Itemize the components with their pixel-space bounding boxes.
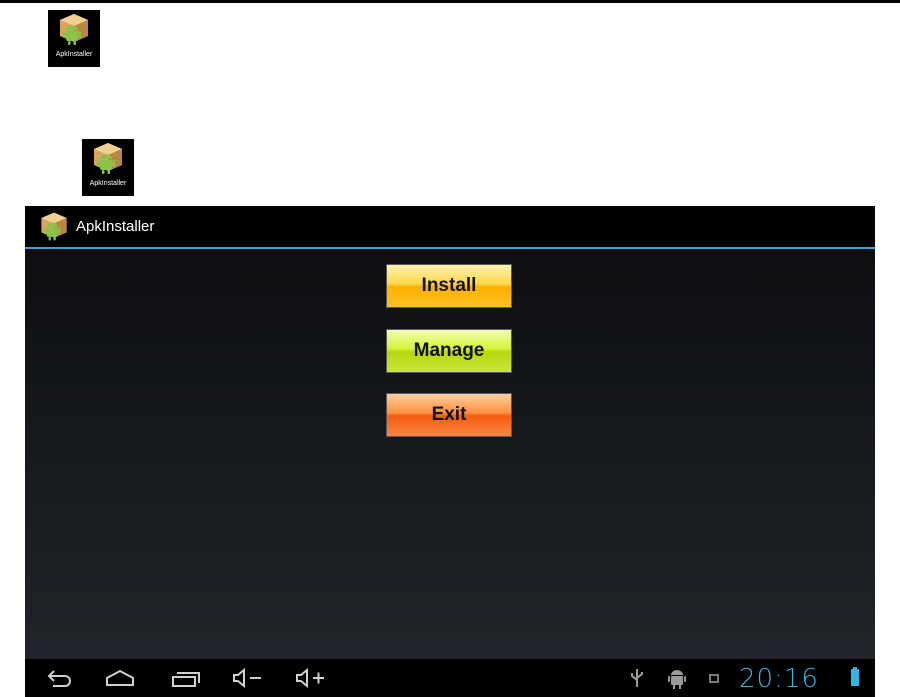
- app-title: ApkInstaller: [76, 218, 155, 235]
- launcher-label: ApkInstaller: [89, 180, 127, 187]
- notification-icon: [709, 674, 719, 683]
- volume-down-icon[interactable]: [229, 665, 265, 691]
- launcher-label: ApkInstaller: [55, 51, 93, 58]
- action-bar: ApkInstaller: [25, 206, 875, 249]
- app-icon: [41, 212, 67, 241]
- volume-up-icon[interactable]: [292, 665, 328, 691]
- top-rule: [0, 0, 900, 3]
- launcher-icon-apkinstaller-2[interactable]: ApkInstaller: [82, 139, 134, 196]
- install-button[interactable]: Install: [386, 264, 512, 308]
- system-bar: 20:16: [25, 659, 875, 697]
- back-icon[interactable]: [43, 665, 73, 691]
- manage-button[interactable]: Manage: [386, 329, 512, 373]
- recent-apps-icon[interactable]: [169, 665, 201, 691]
- box-android-icon: [94, 143, 122, 174]
- exit-button[interactable]: Exit: [386, 393, 512, 437]
- battery-icon: [851, 667, 859, 686]
- box-android-icon: [60, 14, 88, 45]
- home-icon[interactable]: [104, 665, 136, 691]
- usb-icon: [631, 669, 643, 687]
- launcher-icon-apkinstaller[interactable]: ApkInstaller: [48, 10, 100, 67]
- clock: 20:16: [739, 664, 819, 694]
- tablet-screen: ApkInstaller Install Manage Exit 20:16: [25, 206, 875, 697]
- android-debug-icon: [668, 670, 686, 689]
